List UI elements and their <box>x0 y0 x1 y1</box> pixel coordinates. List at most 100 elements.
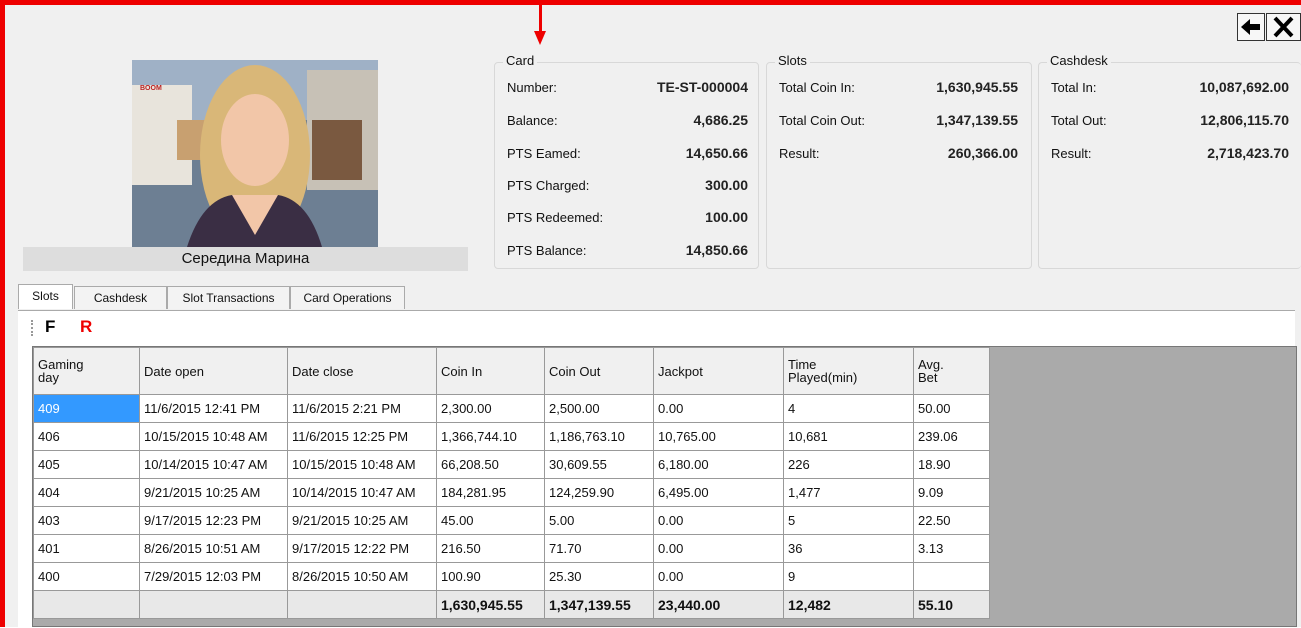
table-cell[interactable]: 9/17/2015 12:23 PM <box>139 506 288 535</box>
table-cell[interactable]: 124,259.90 <box>544 478 654 507</box>
table-cell[interactable]: 30,609.55 <box>544 450 654 479</box>
table-cell[interactable]: 66,208.50 <box>436 450 545 479</box>
table-cell[interactable]: 226 <box>783 450 914 479</box>
table-cell[interactable]: 6,180.00 <box>653 450 784 479</box>
slots-group: Slots Total Coin In: 1,630,945.55 Total … <box>766 53 1032 269</box>
tab-slot-transactions[interactable]: Slot Transactions <box>167 286 290 309</box>
table-cell[interactable]: 184,281.95 <box>436 478 545 507</box>
col-coin-out[interactable]: Coin Out <box>544 347 654 395</box>
table-cell[interactable]: 6,495.00 <box>653 478 784 507</box>
col-jackpot[interactable]: Jackpot <box>653 347 784 395</box>
table-cell[interactable]: 1,186,763.10 <box>544 422 654 451</box>
table-cell[interactable]: 406 <box>33 422 140 451</box>
close-icon <box>1273 16 1294 38</box>
col-gaming-day[interactable]: Gaming day <box>33 347 140 395</box>
table-cell[interactable]: 400 <box>33 562 140 591</box>
table-cell[interactable]: 409 <box>33 394 140 423</box>
table-cell[interactable]: 9/21/2015 10:25 AM <box>287 506 437 535</box>
player-photo: BOOM <box>132 60 378 247</box>
table-cell[interactable]: 71.70 <box>544 534 654 563</box>
table-cell[interactable]: 22.50 <box>913 506 990 535</box>
back-button[interactable] <box>1237 13 1265 41</box>
cashdesk-group-title: Cashdesk <box>1047 53 1111 68</box>
table-cell[interactable]: 10,681 <box>783 422 914 451</box>
table-cell[interactable]: 10,765.00 <box>653 422 784 451</box>
table-cell <box>33 590 140 619</box>
table-cell[interactable]: 4 <box>783 394 914 423</box>
table-cell[interactable]: 100.90 <box>436 562 545 591</box>
table-cell[interactable]: 216.50 <box>436 534 545 563</box>
table-row[interactable]: 406 10/15/2015 10:48 AM 11/6/2015 12:25 … <box>33 422 990 451</box>
table-cell[interactable]: 3.13 <box>913 534 990 563</box>
slots-result-value: 260,366.00 <box>947 145 1018 161</box>
table-cell[interactable]: 25.30 <box>544 562 654 591</box>
table-cell[interactable]: 403 <box>33 506 140 535</box>
table-cell[interactable] <box>913 562 990 591</box>
table-cell[interactable]: 2,300.00 <box>436 394 545 423</box>
table-cell[interactable]: 0.00 <box>653 394 784 423</box>
table-cell[interactable]: 11/6/2015 12:25 PM <box>287 422 437 451</box>
table-cell[interactable]: 0.00 <box>653 562 784 591</box>
table-cell[interactable]: 11/6/2015 12:41 PM <box>139 394 288 423</box>
table-cell[interactable]: 10/15/2015 10:48 AM <box>139 422 288 451</box>
table-cell[interactable]: 5.00 <box>544 506 654 535</box>
table-cell[interactable]: 404 <box>33 478 140 507</box>
tab-cashdesk[interactable]: Cashdesk <box>74 286 167 309</box>
table-cell[interactable]: 11/6/2015 2:21 PM <box>287 394 437 423</box>
table-cell[interactable]: 7/29/2015 12:03 PM <box>139 562 288 591</box>
table-cell[interactable]: 5 <box>783 506 914 535</box>
table-totals-row: 1,630,945.55 1,347,139.55 23,440.00 12,4… <box>33 590 990 619</box>
table-cell[interactable]: 10/14/2015 10:47 AM <box>287 478 437 507</box>
total-out-label: Total Out: <box>1051 113 1107 128</box>
table-cell[interactable]: 9/17/2015 12:22 PM <box>287 534 437 563</box>
table-cell[interactable]: 239.06 <box>913 422 990 451</box>
total-time-played-cell: 12,482 <box>783 590 914 619</box>
f-button[interactable]: F <box>45 317 55 337</box>
card-number-value: TE-ST-000004 <box>656 79 748 95</box>
table-cell[interactable]: 18.90 <box>913 450 990 479</box>
table-row[interactable]: 403 9/17/2015 12:23 PM 9/21/2015 10:25 A… <box>33 506 990 535</box>
arrow-down-icon <box>534 5 546 45</box>
table-row[interactable]: 409 11/6/2015 12:41 PM 11/6/2015 2:21 PM… <box>33 394 990 423</box>
table-cell[interactable]: 405 <box>33 450 140 479</box>
table-cell[interactable]: 0.00 <box>653 506 784 535</box>
table-cell[interactable]: 10/14/2015 10:47 AM <box>139 450 288 479</box>
table-cell[interactable]: 2,500.00 <box>544 394 654 423</box>
close-button[interactable] <box>1266 13 1301 41</box>
table-cell[interactable]: 9 <box>783 562 914 591</box>
table-row[interactable]: 401 8/26/2015 10:51 AM 9/17/2015 12:22 P… <box>33 534 990 563</box>
table-cell[interactable]: 401 <box>33 534 140 563</box>
col-date-open[interactable]: Date open <box>139 347 288 395</box>
total-in-value: 10,087,692.00 <box>1199 79 1289 95</box>
table-cell[interactable]: 9/21/2015 10:25 AM <box>139 478 288 507</box>
table-cell <box>139 590 288 619</box>
toolbar-grip[interactable] <box>31 320 36 336</box>
table-cell[interactable]: 0.00 <box>653 534 784 563</box>
table-cell[interactable]: 8/26/2015 10:51 AM <box>139 534 288 563</box>
total-jackpot-cell: 23,440.00 <box>653 590 784 619</box>
cashdesk-group: Cashdesk Total In: 10,087,692.00 Total O… <box>1038 53 1301 269</box>
slots-table: Gaming day Date open Date close Coin In … <box>33 347 990 619</box>
col-date-close[interactable]: Date close <box>287 347 437 395</box>
table-cell[interactable]: 36 <box>783 534 914 563</box>
table-cell[interactable]: 1,366,744.10 <box>436 422 545 451</box>
col-time-played[interactable]: Time Played(min) <box>783 347 914 395</box>
table-cell[interactable]: 50.00 <box>913 394 990 423</box>
tab-card-operations[interactable]: Card Operations <box>290 286 405 309</box>
table-row[interactable]: 404 9/21/2015 10:25 AM 10/14/2015 10:47 … <box>33 478 990 507</box>
col-avg-bet[interactable]: Avg. Bet <box>913 347 990 395</box>
table-cell[interactable]: 10/15/2015 10:48 AM <box>287 450 437 479</box>
card-number-label: Number: <box>507 80 557 95</box>
table-cell[interactable]: 45.00 <box>436 506 545 535</box>
table-cell[interactable]: 9.09 <box>913 478 990 507</box>
r-button[interactable]: R <box>80 317 92 337</box>
tab-slots[interactable]: Slots <box>18 284 73 309</box>
card-balance-label: Balance: <box>507 113 558 128</box>
table-cell[interactable]: 1,477 <box>783 478 914 507</box>
col-coin-in[interactable]: Coin In <box>436 347 545 395</box>
table-row[interactable]: 405 10/14/2015 10:47 AM 10/15/2015 10:48… <box>33 450 990 479</box>
player-name: Середина Марина <box>23 247 468 271</box>
table-cell[interactable]: 8/26/2015 10:50 AM <box>287 562 437 591</box>
table-row[interactable]: 400 7/29/2015 12:03 PM 8/26/2015 10:50 A… <box>33 562 990 591</box>
slots-result-label: Result: <box>779 146 820 161</box>
